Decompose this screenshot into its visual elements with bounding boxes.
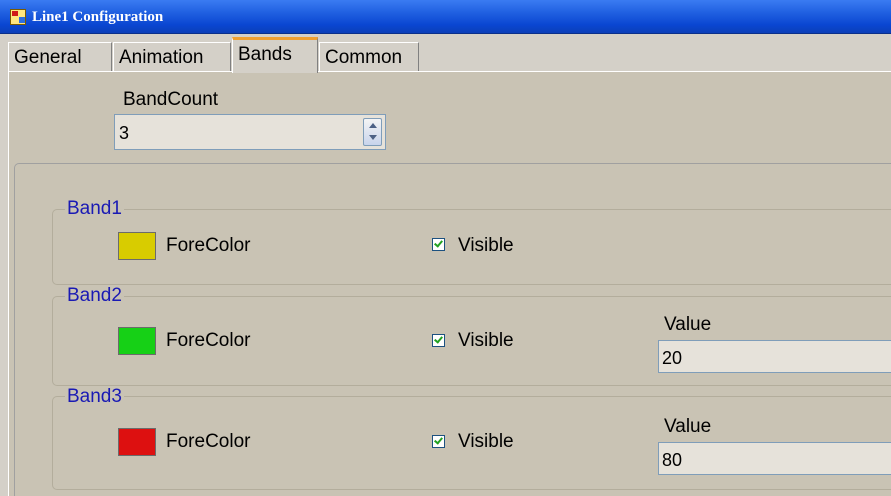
bandcount-spinner[interactable]: 3 [114,114,386,150]
band2-title: Band2 [65,285,124,307]
band1-visible-label: Visible [458,235,514,256]
app-icon [10,9,26,25]
spin-down-icon[interactable] [364,132,381,145]
bandcount-label: BandCount [123,89,219,110]
band1-title: Band1 [65,198,124,220]
band3-value-input[interactable]: 80 [658,442,891,475]
check-icon [434,334,443,344]
band2-forecolor-label: ForeColor [166,330,251,351]
band3-value-label: Value [664,416,712,437]
title-bar: Line1 Configuration [0,0,891,34]
band2-value-label: Value [664,314,712,335]
tab-animation[interactable]: Animation [113,42,231,72]
band2-visible-label: Visible [458,330,514,351]
band2-forecolor-swatch[interactable] [118,327,156,355]
tab-bands[interactable]: Bands [232,37,318,73]
band2-visible-checkbox[interactable] [432,334,445,347]
spinner-buttons[interactable] [363,118,382,146]
band3-visible-label: Visible [458,431,514,452]
tab-general[interactable]: General [8,42,112,72]
tab-strip: General Animation Common Bands [0,34,891,73]
band1-forecolor-swatch[interactable] [118,232,156,260]
check-icon [434,238,443,248]
band3-forecolor-label: ForeColor [166,431,251,452]
band2-value-input[interactable]: 20 [658,340,891,373]
bandcount-value[interactable]: 3 [119,123,129,144]
band3-forecolor-swatch[interactable] [118,428,156,456]
band1-forecolor-label: ForeColor [166,235,251,256]
check-icon [434,435,443,445]
band3-title: Band3 [65,386,124,408]
band3-visible-checkbox[interactable] [432,435,445,448]
tab-common[interactable]: Common [319,42,419,72]
window-title: Line1 Configuration [32,9,164,25]
spin-up-icon[interactable] [364,119,381,132]
band1-visible-checkbox[interactable] [432,238,445,251]
